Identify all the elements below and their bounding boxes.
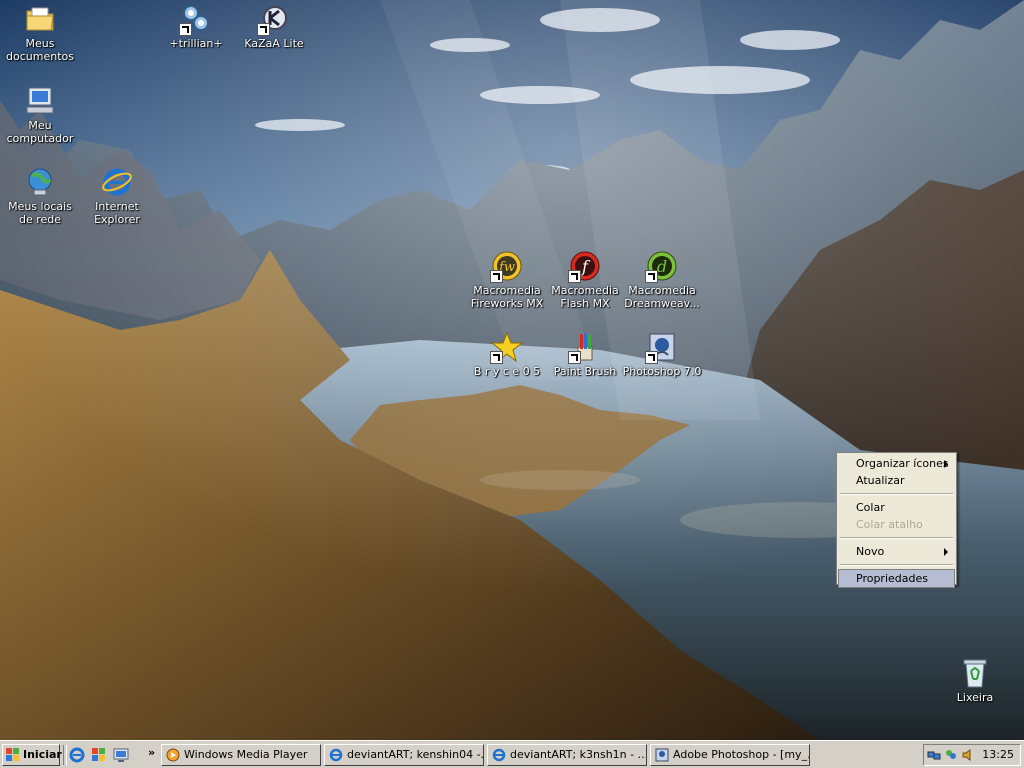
task-button-deviantart-2[interactable]: deviantART; k3nsh1n - ... <box>487 744 647 766</box>
desktop-icon-recycle-bin[interactable]: Lixeira <box>935 657 1015 704</box>
desktop-icon-label: Internet Explorer <box>94 200 140 226</box>
desktop-icon-label: +trillian+ <box>169 37 223 50</box>
desktop-icon-paint-brush[interactable]: Paint Brush <box>545 331 625 378</box>
menu-item-label: Atualizar <box>856 474 905 487</box>
desktop-icon-label: Macromedia Dreamweav... <box>624 284 700 310</box>
system-tray: 13:25 <box>923 744 1021 766</box>
photoshop-icon <box>645 331 678 364</box>
network-globe-icon <box>24 166 56 198</box>
menu-separator <box>840 493 953 495</box>
desktop-icon-dreamweaver[interactable]: d Macromedia Dreamweav... <box>622 250 702 310</box>
ie-icon <box>329 748 343 762</box>
desktop-icon-network-places[interactable]: Meus locais de rede <box>0 166 80 226</box>
submenu-arrow-icon <box>944 460 948 468</box>
desktop-icon-label: KaZaA Lite <box>244 37 304 50</box>
task-button-label: Windows Media Player <box>184 748 308 761</box>
task-button-label: deviantART; k3nsh1n - ... <box>510 748 647 761</box>
trillian-icon <box>179 3 212 36</box>
task-button-label: Adobe Photoshop - [my_... <box>673 748 810 761</box>
flash-icon: f <box>568 250 601 283</box>
windows-logo-icon <box>6 748 19 761</box>
shortcut-arrow-icon <box>568 270 581 283</box>
menu-item-properties[interactable]: Propriedades <box>838 569 955 588</box>
photoshop-icon <box>655 748 669 762</box>
desktop-icon-label: Meus documentos <box>6 37 74 63</box>
volume-tray-icon[interactable] <box>961 748 975 762</box>
menu-item-label: Colar <box>856 501 885 514</box>
desktop-icon-label: B r y c e 0 5 <box>473 365 541 378</box>
menu-item-refresh[interactable]: Atualizar <box>839 472 954 489</box>
desktop-icon-label: Macromedia Flash MX <box>551 284 619 310</box>
paint-brush-icon <box>568 331 601 364</box>
quicklaunch-desktop-icon[interactable] <box>112 746 130 764</box>
task-button-photoshop[interactable]: Adobe Photoshop - [my_... <box>650 744 810 766</box>
internet-explorer-icon <box>101 166 133 198</box>
menu-item-paste-shortcut: Colar atalho <box>839 516 954 533</box>
desktop-icon-label: Lixeira <box>956 691 994 704</box>
desktop-icon-trillian[interactable]: +trillian+ <box>156 3 236 50</box>
taskbar-separator <box>63 745 67 765</box>
taskbar: Iniciar » Windows Media Player deviantAR… <box>0 740 1024 768</box>
shortcut-arrow-icon <box>490 351 503 364</box>
menu-item-label: Colar atalho <box>856 518 923 531</box>
task-button-deviantart-1[interactable]: deviantART; kenshin04 -... <box>324 744 484 766</box>
menu-item-label: Novo <box>856 545 885 558</box>
messenger-tray-icon[interactable] <box>944 748 958 762</box>
desktop-icon-photoshop[interactable]: Photoshop 7.0 <box>622 331 702 378</box>
menu-separator <box>840 564 953 566</box>
desktop-icon-label: Macromedia Fireworks MX <box>470 284 544 310</box>
fireworks-icon: fw <box>490 250 523 283</box>
taskbar-clock[interactable]: 13:25 <box>982 748 1014 762</box>
start-label: Iniciar <box>23 748 62 761</box>
media-player-icon <box>166 748 180 762</box>
shortcut-arrow-icon <box>645 270 658 283</box>
quicklaunch-overflow-chevron[interactable]: » <box>148 746 155 759</box>
desktop-context-menu: Organizar ícones Atualizar Colar Colar a… <box>836 452 957 588</box>
menu-item-arrange-icons[interactable]: Organizar ícones <box>839 455 954 472</box>
start-button[interactable]: Iniciar <box>2 744 62 766</box>
desktop-icon-label: Paint Brush <box>553 365 617 378</box>
recycle-bin-icon <box>959 657 991 689</box>
task-button-media-player[interactable]: Windows Media Player <box>161 744 321 766</box>
network-tray-icon[interactable] <box>927 748 941 762</box>
desktop-icon-my-documents[interactable]: Meus documentos <box>0 3 80 63</box>
desktop-icon-label: Meus locais de rede <box>8 200 72 226</box>
quicklaunch-windows-icon[interactable] <box>90 746 108 764</box>
desktop-icon-kazaa[interactable]: KaZaA Lite <box>234 3 314 50</box>
desktop-icon-bryce[interactable]: B r y c e 0 5 <box>467 331 547 378</box>
quicklaunch-ie-icon[interactable] <box>68 746 86 764</box>
dreamweaver-icon: d <box>645 250 678 283</box>
desktop-icon-flash[interactable]: f Macromedia Flash MX <box>545 250 625 310</box>
folder-documents-icon <box>24 3 56 35</box>
shortcut-arrow-icon <box>257 23 270 36</box>
shortcut-arrow-icon <box>490 270 503 283</box>
menu-separator <box>840 537 953 539</box>
desktop-icon-internet-explorer[interactable]: Internet Explorer <box>77 166 157 226</box>
menu-item-paste[interactable]: Colar <box>839 499 954 516</box>
kazaa-icon <box>257 3 290 36</box>
desktop-icon-fireworks[interactable]: fw Macromedia Fireworks MX <box>467 250 547 310</box>
ie-icon <box>492 748 506 762</box>
desktop-icon-my-computer[interactable]: Meu computador <box>0 85 80 145</box>
svg-text:d: d <box>657 257 667 276</box>
shortcut-arrow-icon <box>645 351 658 364</box>
desktop-icon-label: Photoshop 7.0 <box>622 365 702 378</box>
shortcut-arrow-icon <box>179 23 192 36</box>
menu-item-new[interactable]: Novo <box>839 543 954 560</box>
menu-item-label: Propriedades <box>856 572 928 585</box>
star-icon <box>490 331 523 364</box>
computer-icon <box>24 85 56 117</box>
desktop-icon-label: Meu computador <box>6 119 74 145</box>
menu-item-label: Organizar ícones <box>856 457 949 470</box>
shortcut-arrow-icon <box>568 351 581 364</box>
submenu-arrow-icon <box>944 548 948 556</box>
task-button-label: deviantART; kenshin04 -... <box>347 748 484 761</box>
